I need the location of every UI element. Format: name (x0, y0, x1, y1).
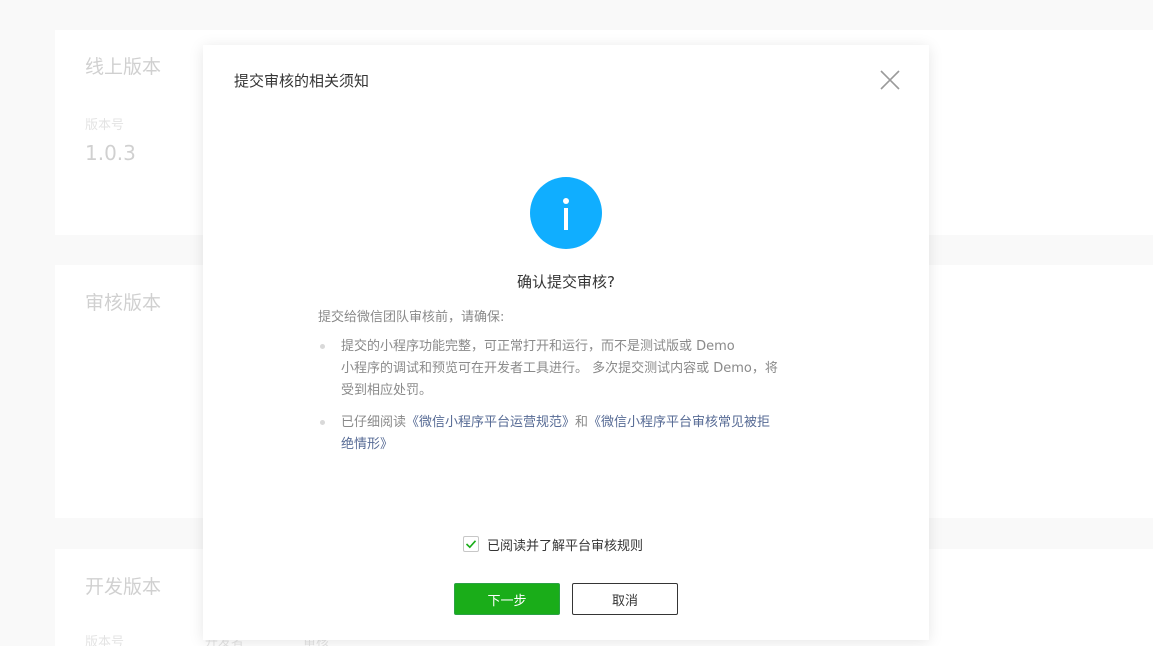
info-icon (530, 177, 602, 249)
rule-2-prefix: 已仔细阅读 (341, 415, 407, 430)
confirm-heading: 确认提交审核? (517, 273, 615, 291)
agree-rules-checkbox-row[interactable]: 已阅读并了解平台审核规则 (463, 535, 644, 554)
review-intro-text: 提交给微信团队审核前，请确保: (318, 310, 505, 325)
rule-1-line-3: 受到相应处罚。 (341, 383, 433, 398)
rule-2-and: 和 (575, 415, 589, 430)
rule-item-1: 提交的小程序功能完整，可正常打开和运行，而不是测试版或 Demo 小程序的调试和… (341, 336, 811, 402)
next-step-button[interactable]: 下一步 (454, 583, 560, 615)
submit-review-dialog: 提交审核的相关须知 确认提交审核? 提交给微信团队审核前，请确保: 提交的小程序… (203, 45, 929, 640)
check-icon (465, 540, 477, 549)
rejection-cases-link-cont[interactable]: 绝情形》 (341, 437, 393, 452)
cancel-button[interactable]: 取消 (572, 583, 678, 615)
rule-bullet-1 (320, 344, 325, 349)
rejection-cases-link[interactable]: 《微信小程序平台审核常见被拒 (588, 415, 770, 430)
rule-1-line-1: 提交的小程序功能完整，可正常打开和运行，而不是测试版或 Demo (341, 339, 735, 354)
close-icon[interactable] (879, 69, 901, 91)
agree-label: 已阅读并了解平台审核规则 (487, 538, 644, 554)
operation-rules-link[interactable]: 《微信小程序平台运营规范》 (406, 415, 575, 430)
rule-bullet-2 (320, 420, 325, 425)
agree-checkbox[interactable] (463, 536, 479, 552)
rule-1-line-2: 小程序的调试和预览可在开发者工具进行。 多次提交测试内容或 Demo，将 (341, 361, 778, 376)
rule-item-2: 已仔细阅读《微信小程序平台运营规范》和《微信小程序平台审核常见被拒 绝情形》 (341, 412, 811, 456)
dialog-title: 提交审核的相关须知 (234, 72, 370, 90)
